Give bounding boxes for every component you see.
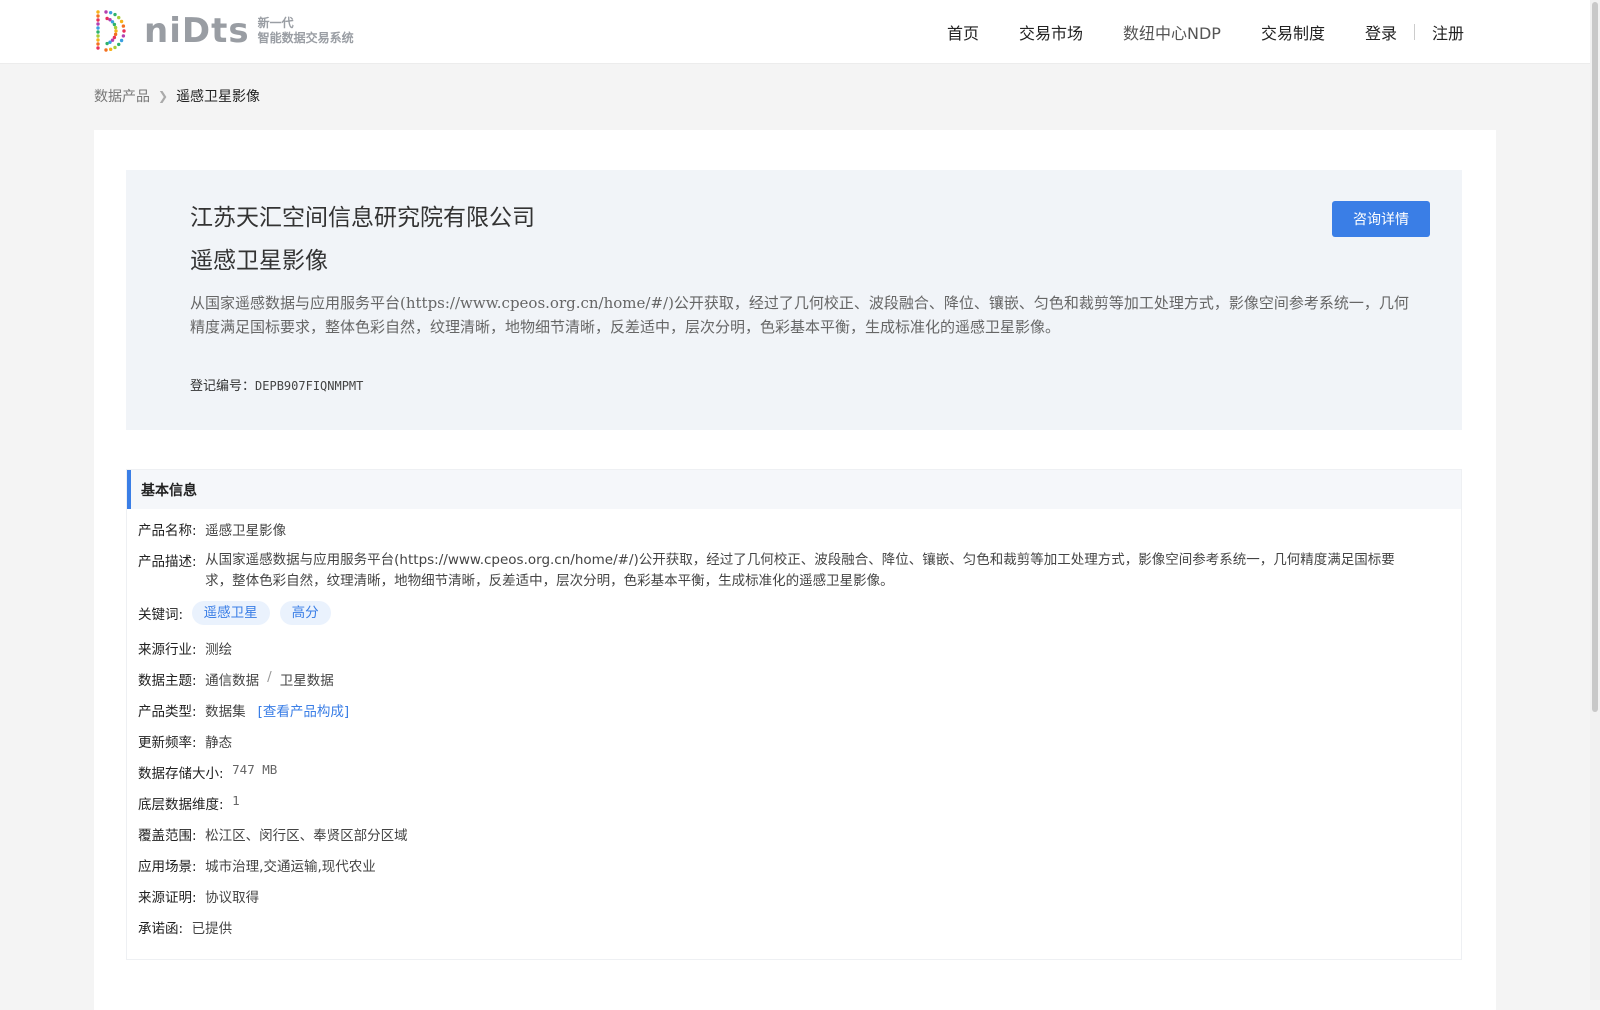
row-size: 数据存储大小: 747 MB bbox=[138, 762, 277, 782]
theme-separator: / bbox=[267, 669, 272, 685]
label-proof: 来源证明: bbox=[138, 890, 197, 906]
value-size: 747 MB bbox=[232, 762, 278, 777]
nav-rules[interactable]: 交易制度 bbox=[1261, 20, 1325, 44]
row-proof: 来源证明: 协议取得 bbox=[138, 886, 259, 906]
registration-label: 登记编号： bbox=[190, 379, 256, 394]
row-scenario: 应用场景: 城市治理,交通运输,现代农业 bbox=[138, 855, 376, 875]
breadcrumb-data-products[interactable]: 数据产品 bbox=[94, 86, 150, 106]
row-industry: 来源行业: 测绘 bbox=[138, 638, 232, 658]
value-industry: 测绘 bbox=[205, 642, 233, 658]
view-composition-link[interactable]: [查看产品构成] bbox=[258, 700, 350, 720]
label-type: 产品类型: bbox=[138, 704, 197, 720]
logo-subtitle: 新一代 智能数据交易系统 bbox=[258, 16, 354, 46]
value-frequency: 静态 bbox=[205, 735, 233, 751]
value-theme-1: 通信数据 bbox=[205, 673, 260, 689]
label-dimension: 底层数据维度: bbox=[138, 797, 224, 813]
auth-links: 登录 注册 bbox=[1365, 20, 1464, 44]
row-dimension: 底层数据维度: 1 bbox=[138, 793, 240, 813]
login-link[interactable]: 登录 bbox=[1365, 20, 1397, 44]
breadcrumb: 数据产品 ❯ 遥感卫星影像 bbox=[94, 86, 260, 106]
top-header: niDts 新一代 智能数据交易系统 首页 交易市场 数纽中心NDP 交易制度 … bbox=[0, 0, 1600, 64]
auth-divider bbox=[1413, 23, 1415, 40]
logo-subtitle-line1: 新一代 bbox=[257, 16, 294, 30]
basic-info-heading: 基本信息 bbox=[127, 470, 1461, 509]
label-letter: 承诺函: bbox=[138, 921, 184, 937]
row-frequency: 更新频率: 静态 bbox=[138, 731, 232, 751]
value-dimension: 1 bbox=[232, 793, 240, 808]
row-product-desc: 产品描述: 从国家遥感数据与应用服务平台(https://www.cpeos.o… bbox=[138, 550, 1415, 592]
label-industry: 来源行业: bbox=[138, 642, 197, 658]
nav-ndp-center[interactable]: 数纽中心NDP bbox=[1123, 20, 1221, 44]
logo-wordmark: niDts bbox=[144, 11, 250, 51]
basic-info-panel: 基本信息 产品名称: 遥感卫星影像 产品描述: 从国家遥感数据与应用服务平台(h… bbox=[126, 469, 1462, 960]
logo-d-mark-icon bbox=[96, 10, 126, 52]
product-summary: 从国家遥感数据与应用服务平台(https://www.cpeos.org.cn/… bbox=[190, 294, 1409, 336]
label-product-desc: 产品描述: bbox=[138, 554, 197, 570]
row-coverage: 覆盖范围: 松江区、闵行区、奉贤区部分区域 bbox=[138, 824, 408, 844]
chevron-right-icon: ❯ bbox=[158, 89, 169, 103]
nav-market[interactable]: 交易市场 bbox=[1019, 20, 1083, 44]
value-product-desc: 从国家遥感数据与应用服务平台(https://www.cpeos.org.cn/… bbox=[205, 552, 1395, 589]
logo[interactable]: niDts 新一代 智能数据交易系统 bbox=[92, 10, 354, 52]
label-scenario: 应用场景: bbox=[138, 859, 197, 875]
value-proof: 协议取得 bbox=[205, 890, 260, 906]
label-frequency: 更新频率: bbox=[138, 735, 197, 751]
scrollbar-thumb[interactable] bbox=[1592, 2, 1598, 712]
value-letter: 已提供 bbox=[191, 921, 233, 937]
product-title: 遥感卫星影像 bbox=[190, 248, 328, 274]
keyword-tag[interactable]: 高分 bbox=[279, 601, 331, 625]
main-nav: 首页 交易市场 数纽中心NDP 交易制度 登录 注册 bbox=[907, 0, 1464, 63]
row-letter: 承诺函: 已提供 bbox=[138, 917, 232, 937]
row-keywords: 关键词: 遥感卫星 高分 bbox=[138, 601, 341, 625]
product-hero: 江苏天汇空间信息研究院有限公司 遥感卫星影像 从国家遥感数据与应用服务平台(ht… bbox=[126, 170, 1462, 430]
value-scenario: 城市治理,交通运输,现代农业 bbox=[205, 859, 376, 875]
row-theme: 数据主题: 通信数据 / 卫星数据 bbox=[138, 669, 334, 689]
logo-subtitle-line2: 智能数据交易系统 bbox=[257, 31, 354, 45]
label-coverage: 覆盖范围: bbox=[138, 828, 197, 844]
company-name: 江苏天汇空间信息研究院有限公司 bbox=[190, 205, 535, 231]
value-product-name: 遥感卫星影像 bbox=[205, 523, 287, 539]
row-type: 产品类型: 数据集 [查看产品构成] bbox=[138, 700, 349, 720]
value-theme-2: 卫星数据 bbox=[279, 673, 334, 689]
keyword-tag[interactable]: 遥感卫星 bbox=[191, 601, 270, 625]
row-product-name: 产品名称: 遥感卫星影像 bbox=[138, 519, 286, 539]
label-theme: 数据主题: bbox=[138, 673, 197, 689]
value-coverage: 松江区、闵行区、奉贤区部分区域 bbox=[205, 828, 408, 844]
register-link[interactable]: 注册 bbox=[1432, 20, 1464, 44]
registration-number: 登记编号：DEPB907FIQNMPMT bbox=[190, 375, 363, 394]
nav-home[interactable]: 首页 bbox=[947, 20, 979, 44]
label-product-name: 产品名称: bbox=[138, 523, 197, 539]
consult-details-button[interactable]: 咨询详情 bbox=[1332, 201, 1430, 237]
breadcrumb-current: 遥感卫星影像 bbox=[176, 89, 261, 105]
label-size: 数据存储大小: bbox=[138, 766, 224, 782]
registration-value: DEPB907FIQNMPMT bbox=[255, 379, 364, 393]
value-type: 数据集 bbox=[205, 704, 246, 720]
product-detail-card: 江苏天汇空间信息研究院有限公司 遥感卫星影像 从国家遥感数据与应用服务平台(ht… bbox=[94, 130, 1496, 1010]
label-keywords: 关键词: bbox=[138, 607, 184, 623]
page-scrollbar[interactable] bbox=[1590, 0, 1600, 1000]
